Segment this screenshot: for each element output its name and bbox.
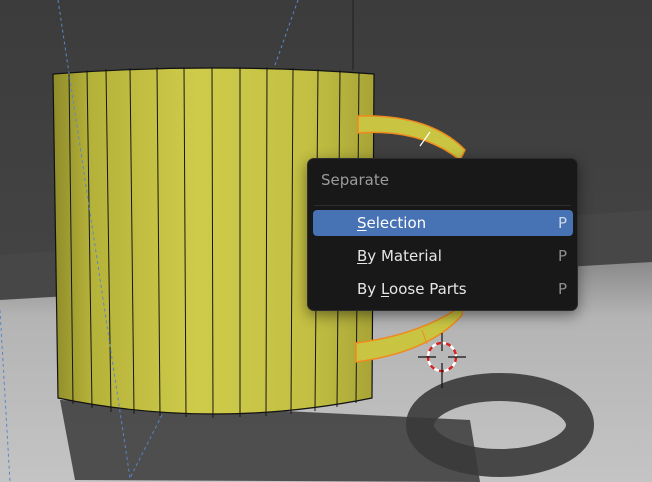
- menu-item-by-material[interactable]: By Material P: [313, 243, 573, 269]
- separate-menu: Separate Selection P By Material P By Lo…: [307, 158, 578, 311]
- menu-separator: [314, 205, 571, 206]
- menu-item-selection[interactable]: Selection P: [313, 210, 573, 236]
- menu-title: Separate: [321, 171, 389, 189]
- menu-item-label: Selection: [357, 214, 427, 232]
- shortcut-hint: P: [557, 247, 567, 265]
- shortcut-hint: P: [557, 280, 567, 298]
- shortcut-hint: P: [557, 214, 567, 232]
- menu-item-label: By Material: [357, 247, 442, 265]
- menu-item-label: By Loose Parts: [357, 280, 467, 298]
- menu-item-by-loose-parts[interactable]: By Loose Parts P: [313, 276, 573, 302]
